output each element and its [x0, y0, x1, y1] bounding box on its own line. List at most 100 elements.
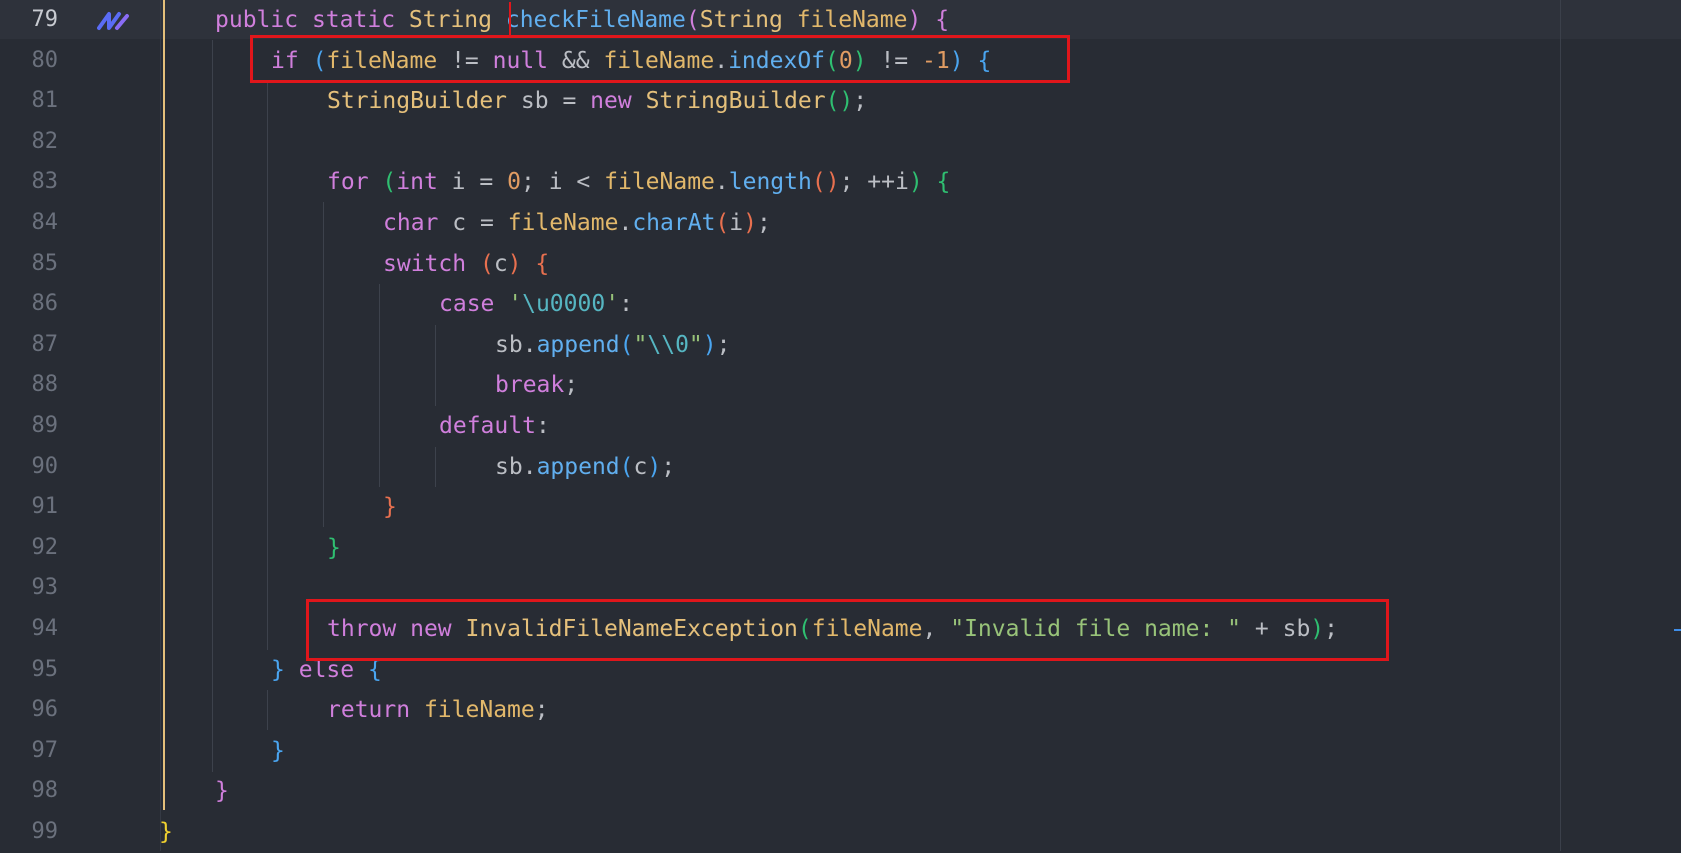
token-type: String — [408, 7, 492, 33]
code-line[interactable]: 83 for (int i = 0; i < fileName.length()… — [0, 162, 1681, 203]
code-text[interactable]: } — [327, 528, 341, 569]
token-char-quote: ' — [605, 291, 620, 318]
line-number: 79 — [31, 7, 59, 32]
token-keyword: for — [327, 169, 369, 196]
token-operator: < — [576, 169, 591, 196]
code-text[interactable]: } — [215, 771, 229, 812]
code-line[interactable]: 89 default: — [0, 406, 1681, 447]
line-number: 84 — [31, 210, 59, 235]
token-identifier: sb — [495, 453, 523, 480]
token-type: String — [699, 7, 783, 33]
token-number: 0 — [507, 169, 521, 196]
code-line[interactable]: 96 return fileName; — [0, 690, 1681, 731]
code-text[interactable]: for (int i = 0; i < fileName.length(); +… — [327, 162, 950, 203]
scrollbar-marker[interactable] — [1674, 629, 1681, 631]
token-bracket: } — [159, 819, 173, 845]
line-number: 96 — [31, 697, 59, 723]
code-line[interactable]: 97 } — [0, 731, 1681, 772]
code-line[interactable]: 85 switch (c) { — [0, 244, 1681, 285]
code-text[interactable]: } — [159, 812, 173, 853]
line-number: 99 — [31, 819, 59, 844]
line-number: 90 — [31, 453, 59, 479]
token-method-call: length — [728, 169, 812, 196]
token-keyword: case — [439, 291, 495, 318]
token-parameter: fileName — [796, 7, 908, 33]
code-text[interactable]: } — [271, 731, 285, 772]
line-number: 82 — [31, 128, 59, 154]
code-text[interactable]: sb.append(c); — [495, 447, 675, 488]
token-bracket: } — [327, 534, 341, 561]
token-bracket: ( — [715, 210, 730, 236]
code-line[interactable]: 98 } — [0, 771, 1681, 812]
token-identifier: i — [451, 169, 466, 196]
line-number: 87 — [31, 331, 59, 357]
code-text[interactable]: break; — [495, 365, 578, 406]
token-parameter: fileName — [507, 210, 619, 236]
code-line[interactable]: 90 sb.append(c); — [0, 447, 1681, 488]
token-operator: = — [479, 210, 494, 236]
token-bracket: ( — [619, 331, 634, 358]
token-bracket: } — [215, 778, 229, 805]
line-number: 92 — [31, 534, 59, 560]
token-bracket: { — [535, 250, 550, 277]
line-number: 95 — [31, 656, 59, 682]
token-bracket: () — [811, 169, 840, 196]
token-operator: = — [562, 88, 577, 115]
code-text[interactable]: return fileName; — [327, 690, 549, 731]
token-identifier: i — [729, 210, 744, 236]
code-line[interactable]: 81 StringBuilder sb = new StringBuilder(… — [0, 81, 1681, 122]
token-punctuation: ; — [853, 88, 868, 115]
line-number: 85 — [31, 250, 59, 276]
token-bracket: } — [271, 737, 285, 764]
token-keyword: switch — [383, 250, 467, 277]
code-line[interactable]: 88 break; — [0, 365, 1681, 406]
code-text[interactable]: char c = fileName.charAt(i); — [383, 203, 771, 244]
token-keyword: public — [215, 7, 299, 33]
token-punctuation: ; — [534, 697, 549, 724]
line-number: 91 — [31, 494, 59, 520]
token-operator: ++i — [867, 169, 909, 196]
token-bracket: ) — [507, 250, 522, 277]
token-identifier: sb — [495, 331, 523, 358]
token-punctuation: : — [619, 291, 633, 318]
token-escape: \\0 — [647, 331, 689, 358]
token-keyword: new — [590, 88, 632, 115]
token-operator: = — [479, 169, 494, 196]
code-text[interactable]: default: — [439, 406, 550, 447]
code-line[interactable]: 82 — [0, 122, 1681, 163]
code-line[interactable]: 91 } — [0, 487, 1681, 528]
token-keyword: default — [439, 413, 536, 439]
highlight-box-line-80 — [250, 35, 1070, 83]
code-line[interactable]: 99 } — [0, 812, 1681, 853]
token-bracket: { — [936, 169, 951, 196]
token-punctuation: ; — [716, 331, 731, 358]
code-text[interactable]: case '\u0000': — [439, 284, 633, 325]
code-line[interactable]: 92 } — [0, 528, 1681, 569]
token-bracket: ) — [743, 210, 757, 236]
code-line[interactable]: 87 sb.append("\\0"); — [0, 325, 1681, 366]
token-punctuation: ; — [564, 372, 579, 399]
code-text[interactable]: switch (c) { — [383, 244, 549, 285]
line-number: 89 — [31, 413, 59, 438]
line-number: 83 — [31, 169, 59, 195]
token-bracket: { — [935, 7, 950, 33]
token-keyword: char — [383, 210, 439, 236]
token-type: StringBuilder — [327, 88, 508, 115]
token-bracket: ( — [382, 169, 397, 196]
code-text[interactable]: } — [383, 487, 397, 528]
token-punctuation: ; — [757, 210, 771, 236]
code-text[interactable]: sb.append("\\0"); — [495, 325, 731, 366]
token-bracket: } — [271, 656, 285, 683]
token-punctuation: ; — [520, 169, 535, 196]
code-line[interactable]: 86 case '\u0000': — [0, 284, 1681, 325]
code-editor[interactable]: 79 public static String checkFileName(St… — [0, 0, 1681, 851]
token-bracket: ( — [479, 250, 494, 277]
token-identifier: i — [548, 169, 563, 196]
token-bracket: } — [383, 494, 397, 521]
code-text[interactable]: StringBuilder sb = new StringBuilder(); — [327, 81, 867, 122]
line-number: 97 — [31, 737, 59, 763]
code-line[interactable]: 84 char c = fileName.charAt(i); — [0, 203, 1681, 244]
token-escape: \u0000 — [522, 291, 606, 318]
token-identifier: c — [452, 210, 467, 236]
text-caret — [509, 2, 511, 36]
